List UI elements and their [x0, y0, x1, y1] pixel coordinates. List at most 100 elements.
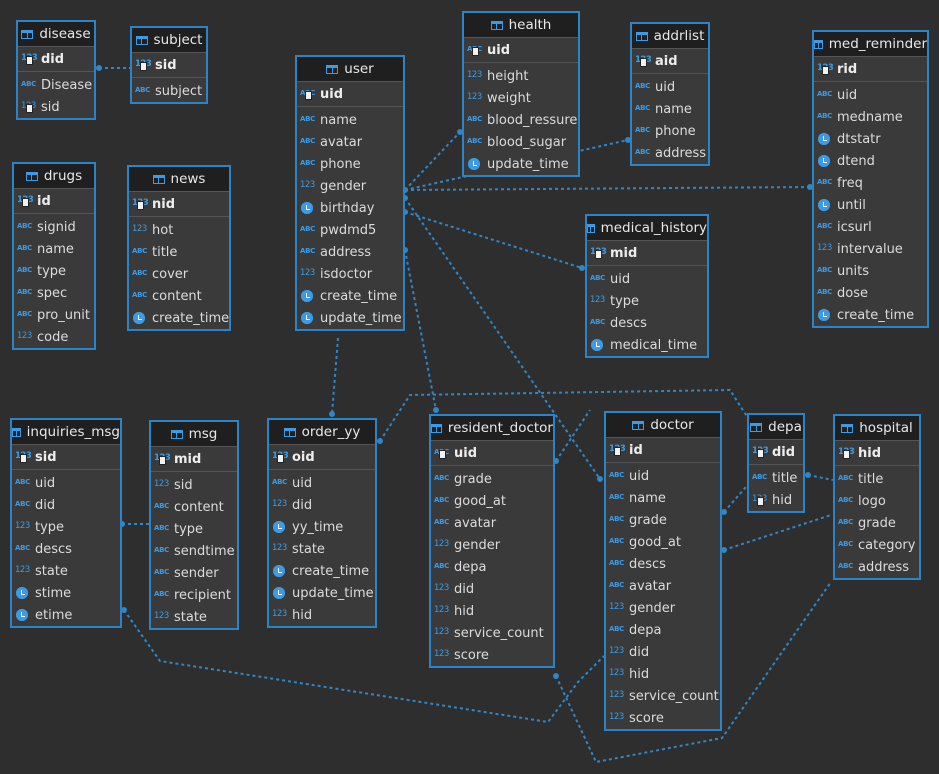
primary-key-column[interactable]: mid	[587, 241, 707, 266]
table-column[interactable]: uid	[12, 472, 120, 494]
table-header[interactable]: depa	[749, 415, 803, 440]
primary-key-column[interactable]: oid	[269, 445, 375, 470]
table-header[interactable]: health	[464, 13, 578, 38]
table-column[interactable]: score	[431, 644, 553, 666]
table-column[interactable]: state	[12, 560, 120, 582]
table-column[interactable]: update_time	[269, 582, 375, 604]
table-column[interactable]: title	[835, 468, 919, 490]
table-column[interactable]: Disease	[18, 74, 94, 96]
table-header[interactable]: hospital	[835, 416, 919, 441]
table-column[interactable]: create_time	[297, 285, 403, 307]
table-column[interactable]: blood_ressure	[464, 109, 578, 131]
primary-key-column[interactable]: did	[18, 47, 94, 72]
table-column[interactable]: hid	[606, 663, 720, 685]
table-column[interactable]: gender	[606, 597, 720, 619]
table-resident-doctor[interactable]: resident_doctoruid grade good_atavatar gend…	[429, 414, 555, 668]
table-order-yy[interactable]: order_yyoid uid did yy_timestate create_time…	[267, 418, 377, 628]
table-column[interactable]: title	[749, 467, 803, 489]
table-column[interactable]: depa	[431, 556, 553, 578]
table-column[interactable]: name	[632, 98, 708, 120]
table-column[interactable]: content	[151, 496, 237, 518]
table-column[interactable]: dtend	[814, 150, 927, 172]
table-header[interactable]: msg	[151, 422, 237, 447]
table-column[interactable]: logo	[835, 490, 919, 512]
table-column[interactable]: phone	[632, 120, 708, 142]
table-column[interactable]: create_time	[814, 304, 927, 326]
primary-key-column[interactable]: did	[749, 440, 803, 465]
table-column[interactable]: hid	[431, 600, 553, 622]
table-column[interactable]: create_time	[269, 560, 375, 582]
table-header[interactable]: drugs	[14, 164, 94, 189]
table-column[interactable]: avatar	[606, 575, 720, 597]
table-medical-history[interactable]: medical_historymid uid type descs medical_ti…	[585, 214, 709, 358]
table-column[interactable]: until	[814, 194, 927, 216]
table-column[interactable]: gender	[431, 534, 553, 556]
table-column[interactable]: update_time	[297, 307, 403, 329]
table-column[interactable]: pwdmd5	[297, 219, 403, 241]
table-column[interactable]: cover	[129, 263, 229, 285]
table-column[interactable]: type	[151, 518, 237, 540]
table-column[interactable]: uid	[606, 465, 720, 487]
table-column[interactable]: dose	[814, 282, 927, 304]
table-column[interactable]: name	[606, 487, 720, 509]
primary-key-column[interactable]: uid	[464, 38, 578, 63]
table-column[interactable]: descs	[12, 538, 120, 560]
table-column[interactable]: gender	[297, 175, 403, 197]
primary-key-column[interactable]: id	[14, 189, 94, 214]
table-column[interactable]: did	[12, 494, 120, 516]
table-header[interactable]: resident_doctor	[431, 416, 553, 441]
table-column[interactable]: pro_unit	[14, 304, 94, 326]
table-column[interactable]: descs	[587, 312, 707, 334]
table-column[interactable]: name	[297, 109, 403, 131]
table-header[interactable]: disease	[18, 22, 94, 47]
table-column[interactable]: freq	[814, 172, 927, 194]
table-header[interactable]: inquiries_msg	[12, 420, 120, 445]
table-column[interactable]: address	[835, 556, 919, 578]
table-column[interactable]: sendtime	[151, 540, 237, 562]
table-column[interactable]: did	[431, 578, 553, 600]
table-doctor[interactable]: doctor id uid name grade good_atdescs avatar ge…	[604, 411, 722, 731]
primary-key-column[interactable]: aid	[632, 49, 708, 74]
table-column[interactable]: etime	[12, 604, 120, 626]
table-disease[interactable]: disease did Disease sid	[16, 20, 96, 120]
table-column[interactable]: update_time	[464, 153, 578, 175]
table-column[interactable]: avatar	[431, 512, 553, 534]
table-column[interactable]: type	[14, 260, 94, 282]
table-inquiries-msg[interactable]: inquiries_msgsid uid did type descs state stim…	[10, 418, 122, 628]
table-column[interactable]: score	[606, 707, 720, 729]
primary-key-column[interactable]: sid	[132, 53, 206, 78]
primary-key-column[interactable]: uid	[297, 82, 403, 107]
table-column[interactable]: type	[587, 290, 707, 312]
table-column[interactable]: grade	[431, 468, 553, 490]
table-column[interactable]: good_at	[606, 531, 720, 553]
table-header[interactable]: medical_history	[587, 216, 707, 241]
table-column[interactable]: uid	[632, 76, 708, 98]
table-hospital[interactable]: hospital hid title logo grade category address	[833, 414, 921, 580]
primary-key-column[interactable]: sid	[12, 445, 120, 470]
table-column[interactable]: depa	[606, 619, 720, 641]
table-column[interactable]: spec	[14, 282, 94, 304]
table-column[interactable]: recipient	[151, 584, 237, 606]
table-column[interactable]: name	[14, 238, 94, 260]
table-news[interactable]: news nid hot title cover content create_time	[127, 165, 231, 331]
primary-key-column[interactable]: hid	[835, 441, 919, 466]
table-column[interactable]: stime	[12, 582, 120, 604]
table-column[interactable]: category	[835, 534, 919, 556]
table-column[interactable]: medical_time	[587, 334, 707, 356]
table-med-reminder[interactable]: med_reminderrid uid medname dtstatr dtend fre…	[812, 30, 929, 328]
table-column[interactable]: good_at	[431, 490, 553, 512]
table-column[interactable]: dtstatr	[814, 128, 927, 150]
table-column[interactable]: grade	[835, 512, 919, 534]
table-column[interactable]: yy_time	[269, 516, 375, 538]
table-column[interactable]: icsurl	[814, 216, 927, 238]
table-column[interactable]: units	[814, 260, 927, 282]
table-drugs[interactable]: drugs id signid name type spec pro_unitcode	[12, 162, 96, 350]
table-column[interactable]: did	[606, 641, 720, 663]
primary-key-column[interactable]: rid	[814, 57, 927, 82]
table-column[interactable]: sender	[151, 562, 237, 584]
table-addrlist[interactable]: addrlist aid uid name phone address	[630, 22, 710, 166]
table-column[interactable]: height	[464, 65, 578, 87]
table-column[interactable]: uid	[587, 268, 707, 290]
table-column[interactable]: type	[12, 516, 120, 538]
table-header[interactable]: news	[129, 167, 229, 192]
